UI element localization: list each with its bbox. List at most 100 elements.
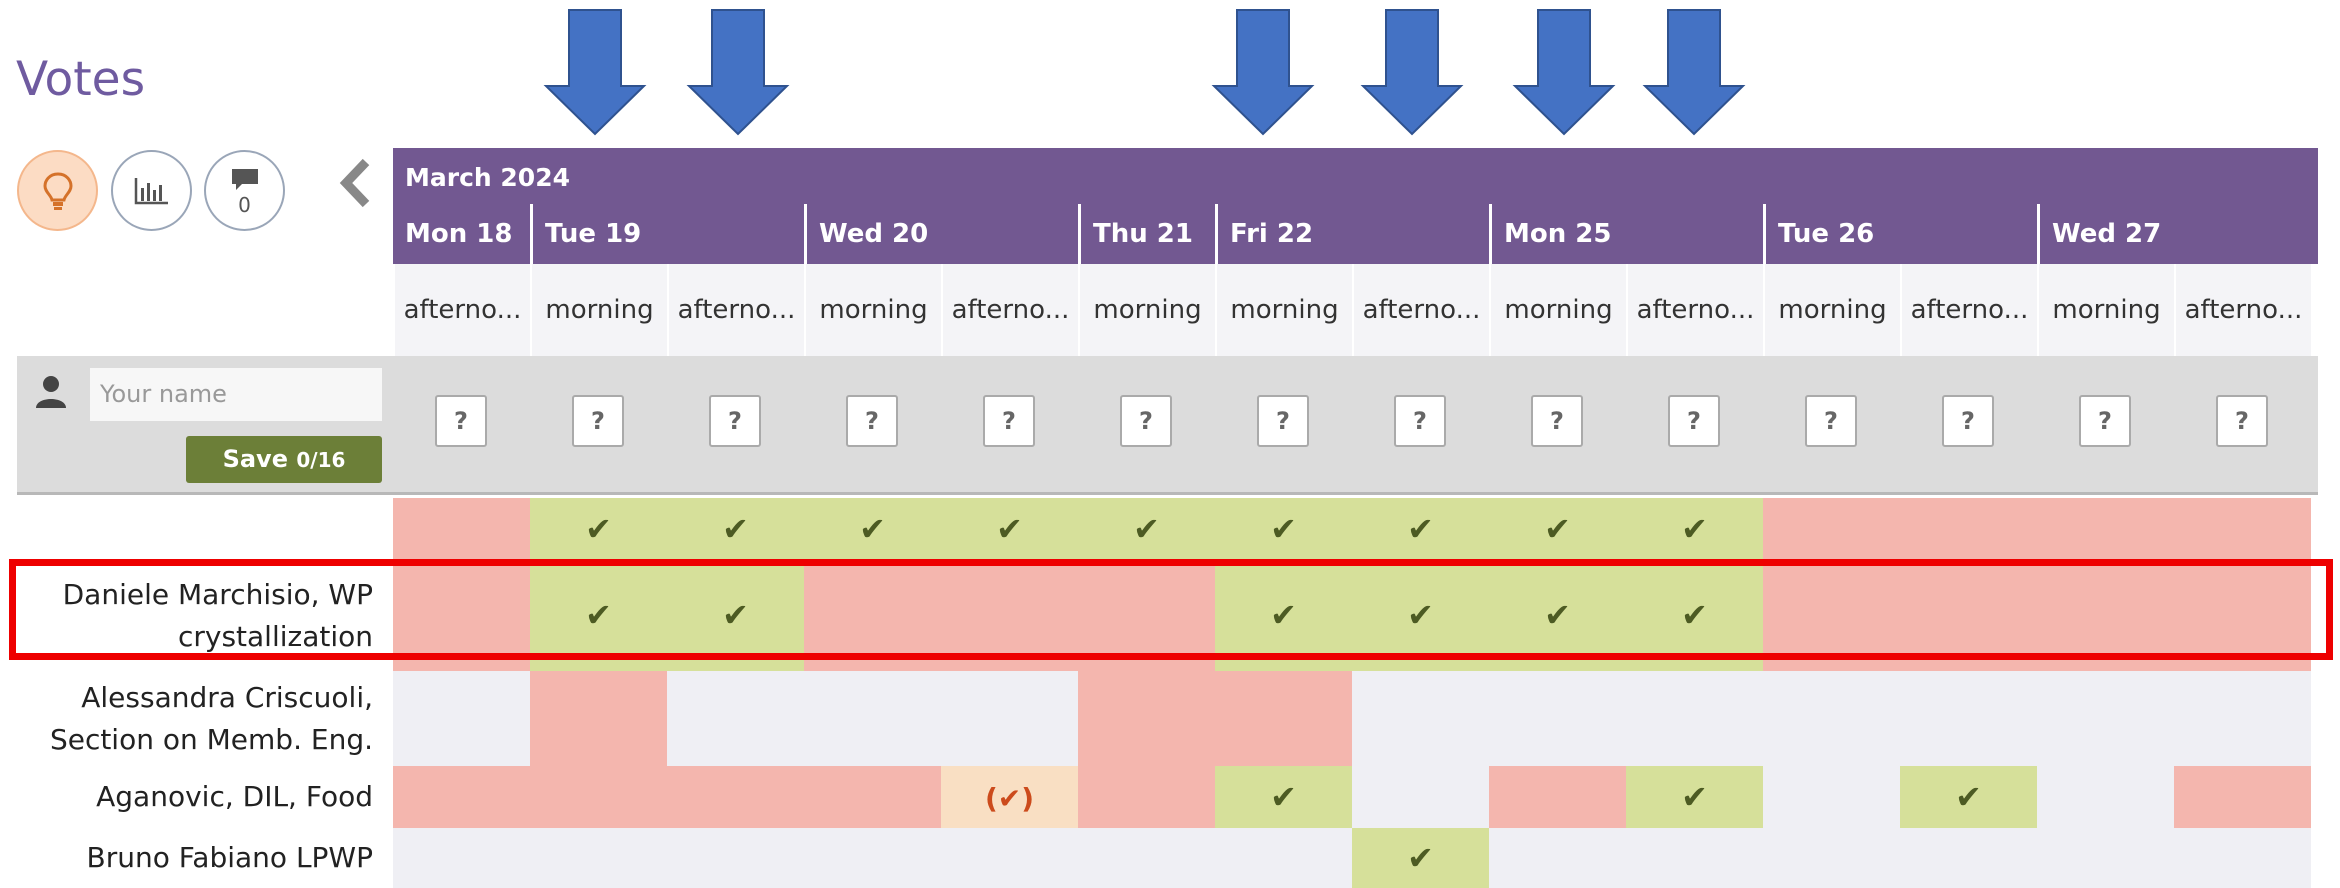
vote-cell-blank <box>1215 828 1352 888</box>
vote-cell-blank <box>393 828 530 888</box>
time-slot-header: morning <box>1078 264 1215 356</box>
vote-toggle[interactable]: ? <box>2216 395 2268 447</box>
vote-cell-yes: ✔ <box>530 498 667 560</box>
day-header: Wed 27 <box>2037 204 2318 264</box>
time-slot-header: afterno... <box>1626 264 1763 356</box>
vote-cell-blank <box>1900 671 2037 766</box>
time-slot-header: afterno... <box>2174 264 2311 356</box>
check-icon: ✔ <box>1544 510 1571 548</box>
vote-toggle[interactable]: ? <box>1531 395 1583 447</box>
participant-name-text: Alessandra Criscuoli, Section on Memb. E… <box>49 680 373 756</box>
vote-cell-yes: ✔ <box>804 498 941 560</box>
vote-cell-no <box>393 498 530 560</box>
time-slot-header: afterno... <box>667 264 804 356</box>
check-icon: ✔ <box>1133 510 1160 548</box>
vote-toggle[interactable]: ? <box>709 395 761 447</box>
vote-cell-blank <box>1489 671 1626 766</box>
vote-toggle[interactable]: ? <box>2079 395 2131 447</box>
vote-cell-blank <box>1900 828 2037 888</box>
vote-cell-yes: ✔ <box>667 498 804 560</box>
vote-cell-no <box>1763 498 1900 560</box>
down-arrow-icon <box>1642 9 1746 136</box>
day-header: Mon 18 <box>393 204 530 264</box>
day-header: Fri 22 <box>1215 204 1489 264</box>
vote-cell-no <box>1078 671 1215 766</box>
save-count: 0/16 <box>296 448 346 472</box>
check-icon: ✔ <box>1270 778 1297 816</box>
vote-cell-no <box>393 766 530 828</box>
time-slot-header: morning <box>1763 264 1900 356</box>
day-header: Wed 20 <box>804 204 1078 264</box>
vote-cell-blank <box>1489 828 1626 888</box>
vote-cell-yes: ✔ <box>941 498 1078 560</box>
vote-cell-blank <box>2174 828 2311 888</box>
participant-name-text: Bruno Fabiano LPWP <box>86 841 373 874</box>
vote-toggle[interactable]: ? <box>1668 395 1720 447</box>
vote-cell-no <box>1900 498 2037 560</box>
day-header: Tue 26 <box>1763 204 2037 264</box>
vote-cell-blank <box>2037 828 2174 888</box>
vote-cell-no <box>1078 766 1215 828</box>
vote-cell-yes: ✔ <box>1489 498 1626 560</box>
down-arrow-icon <box>686 9 790 136</box>
day-header: Thu 21 <box>1078 204 1215 264</box>
bar-chart-icon <box>134 177 168 204</box>
check-icon: ✔ <box>1407 510 1434 548</box>
vote-cell-no <box>667 766 804 828</box>
vote-toggle[interactable]: ? <box>1394 395 1446 447</box>
vote-toggle[interactable]: ? <box>1942 395 1994 447</box>
comments-button[interactable]: 0 <box>204 150 285 231</box>
month-header: March 2024 <box>393 148 2318 204</box>
vote-cell-blank <box>2174 671 2311 766</box>
vote-cell-no <box>530 766 667 828</box>
vote-cell-blank <box>530 828 667 888</box>
vote-toggle[interactable]: ? <box>435 395 487 447</box>
previous-dates-button[interactable] <box>336 158 376 208</box>
vote-cell-blank <box>2037 766 2174 828</box>
vote-cell-blank <box>1763 828 1900 888</box>
check-icon: ✔ <box>1955 778 1982 816</box>
day-header: Tue 19 <box>530 204 804 264</box>
vote-cell-no <box>1489 766 1626 828</box>
participant-name <box>17 498 393 560</box>
time-slot-header: morning <box>2037 264 2174 356</box>
vote-cell-yes: ✔ <box>1215 766 1352 828</box>
down-arrow-icon <box>1360 9 1464 136</box>
vote-cell-yes: ✔ <box>1900 766 2037 828</box>
vote-toggle[interactable]: ? <box>1257 395 1309 447</box>
vote-cell-yes: ✔ <box>1352 498 1489 560</box>
participant-name: Alessandra Criscuoli, Section on Memb. E… <box>17 671 393 766</box>
vote-cell-no <box>2037 498 2174 560</box>
vote-cell-blank <box>804 671 941 766</box>
check-icon: ✔ <box>1681 510 1708 548</box>
vote-toggle[interactable]: ? <box>1120 395 1172 447</box>
vote-toggle[interactable]: ? <box>846 395 898 447</box>
vote-cell-blank <box>1763 766 1900 828</box>
highlight-box <box>9 559 2333 660</box>
vote-cell-blank <box>667 828 804 888</box>
save-button[interactable]: Save 0/16 <box>186 436 382 483</box>
page-title: Votes <box>16 52 146 107</box>
check-icon: ✔ <box>996 510 1023 548</box>
vote-cell-blank <box>1763 671 1900 766</box>
user-icon <box>34 374 68 414</box>
check-icon: ✔ <box>585 510 612 548</box>
vote-cell-maybe: (✔) <box>941 766 1078 828</box>
vote-cell-yes: ✔ <box>1078 498 1215 560</box>
time-slot-header: afterno... <box>1900 264 2037 356</box>
vote-cell-blank <box>1078 828 1215 888</box>
vote-toggle[interactable]: ? <box>983 395 1035 447</box>
vote-cell-blank <box>2037 671 2174 766</box>
comments-count: 0 <box>238 192 251 217</box>
vote-cell-blank <box>393 671 530 766</box>
vote-toggle[interactable]: ? <box>572 395 624 447</box>
participant-name: Aganovic, DIL, Food <box>17 766 393 828</box>
results-button[interactable] <box>111 150 192 231</box>
chevron-left-icon <box>339 158 370 208</box>
vote-cell-yes: ✔ <box>1626 498 1763 560</box>
vote-cell-no <box>1215 671 1352 766</box>
name-input[interactable]: Your name <box>90 368 382 421</box>
suggestions-button[interactable] <box>17 150 98 231</box>
check-icon: ✔ <box>1407 839 1434 877</box>
vote-toggle[interactable]: ? <box>1805 395 1857 447</box>
